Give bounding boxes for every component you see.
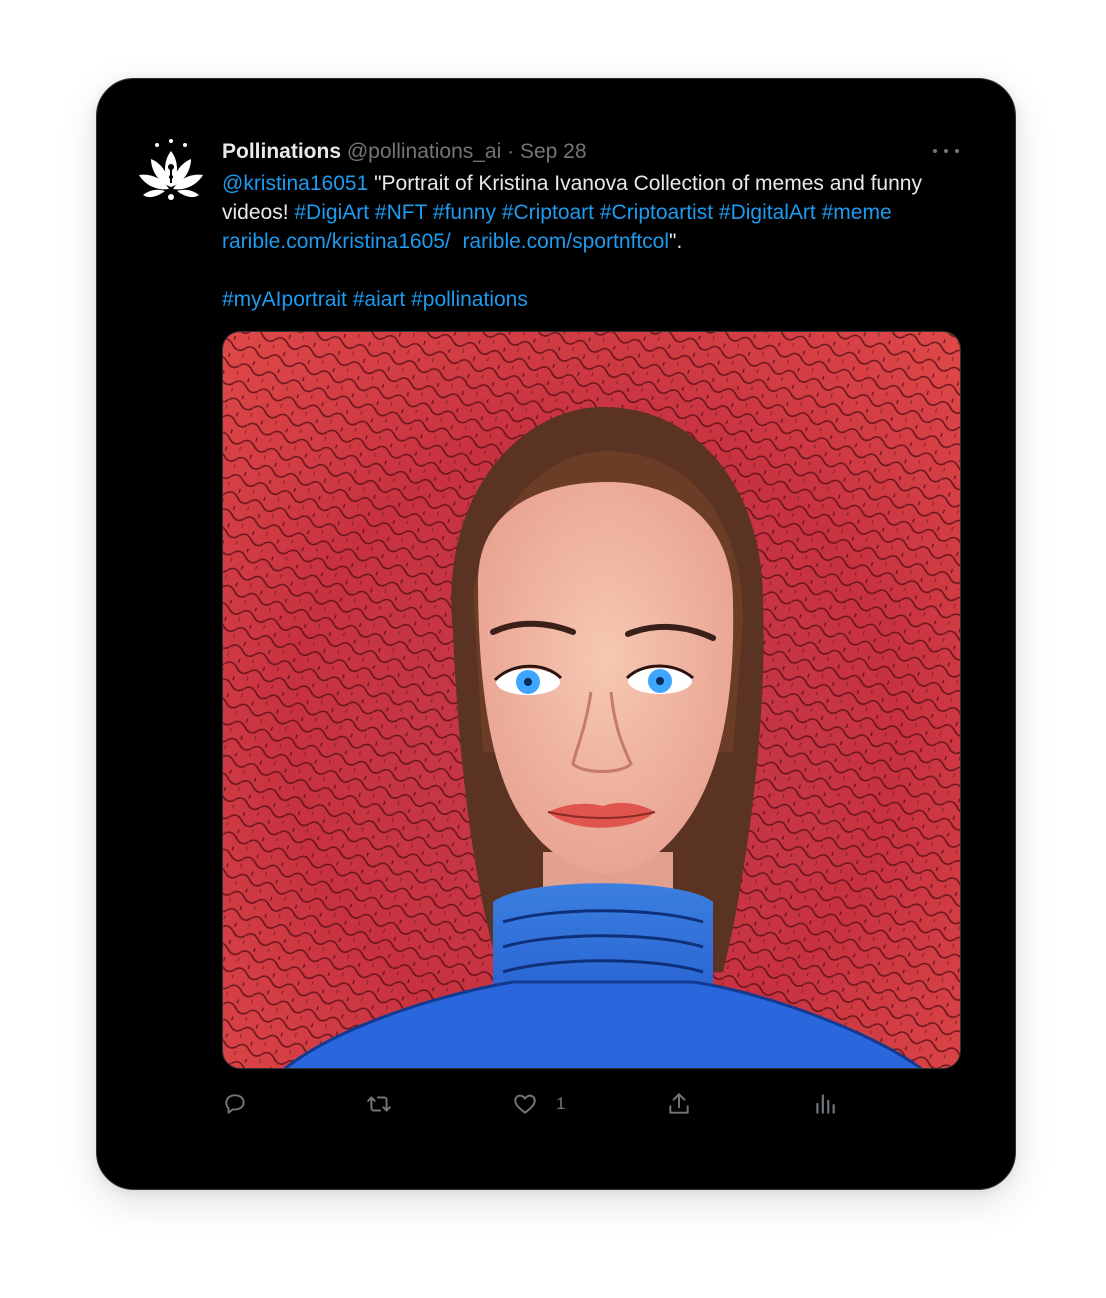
hashtag-link[interactable]: #aiart <box>353 288 406 311</box>
display-name[interactable]: Pollinations <box>222 140 341 163</box>
avatar[interactable] <box>135 137 207 209</box>
hashtag-link[interactable]: #Criptoartist <box>600 201 713 224</box>
hashtag-link[interactable]: #pollinations <box>411 288 528 311</box>
hashtag-link[interactable]: #NFT <box>375 201 427 224</box>
action-bar: 1 <box>222 1089 842 1119</box>
url-link[interactable]: rarible.com/kristina1605/ <box>222 230 451 253</box>
hashtag-link[interactable]: #Criptoart <box>502 201 594 224</box>
hashtag-link[interactable]: #funny <box>433 201 496 224</box>
analytics-icon <box>816 1094 835 1114</box>
lotus-logo-icon <box>139 139 203 200</box>
handle[interactable]: @pollinations_ai <box>347 140 501 163</box>
share-button[interactable] <box>666 1089 692 1119</box>
tweet-text-part2: ". <box>669 230 683 253</box>
tweet-media[interactable] <box>222 331 961 1069</box>
heart-icon <box>514 1094 536 1114</box>
tweet-text: @kristina16051 "Portrait of Kristina Iva… <box>222 169 972 314</box>
analytics-button[interactable] <box>812 1089 838 1119</box>
mention-link[interactable]: @kristina16051 <box>222 172 368 195</box>
share-icon <box>669 1093 689 1114</box>
reply-icon <box>225 1094 245 1114</box>
timestamp[interactable]: Sep 28 <box>520 140 587 163</box>
hashtag-link[interactable]: #myAIportrait <box>222 288 347 311</box>
tweet-header: Pollinations @pollinations_ai · Sep 28 <box>222 138 965 168</box>
separator: · <box>507 140 515 163</box>
hashtag-link[interactable]: #meme <box>822 201 892 224</box>
retweet-icon <box>367 1096 391 1112</box>
portrait-image <box>223 332 960 1068</box>
hashtag-link[interactable]: #DigitalArt <box>719 201 816 224</box>
more-dots-icon[interactable] <box>933 139 959 163</box>
retweet-button[interactable] <box>366 1089 392 1119</box>
tweet-card: Pollinations @pollinations_ai · Sep 28 @… <box>96 78 1016 1190</box>
hashtag-link[interactable]: #DigiArt <box>294 201 369 224</box>
reply-button[interactable] <box>222 1089 248 1119</box>
like-button[interactable]: 1 <box>512 1089 565 1119</box>
like-count: 1 <box>556 1094 566 1113</box>
url-link[interactable]: rarible.com/sportnftcol <box>462 230 669 253</box>
